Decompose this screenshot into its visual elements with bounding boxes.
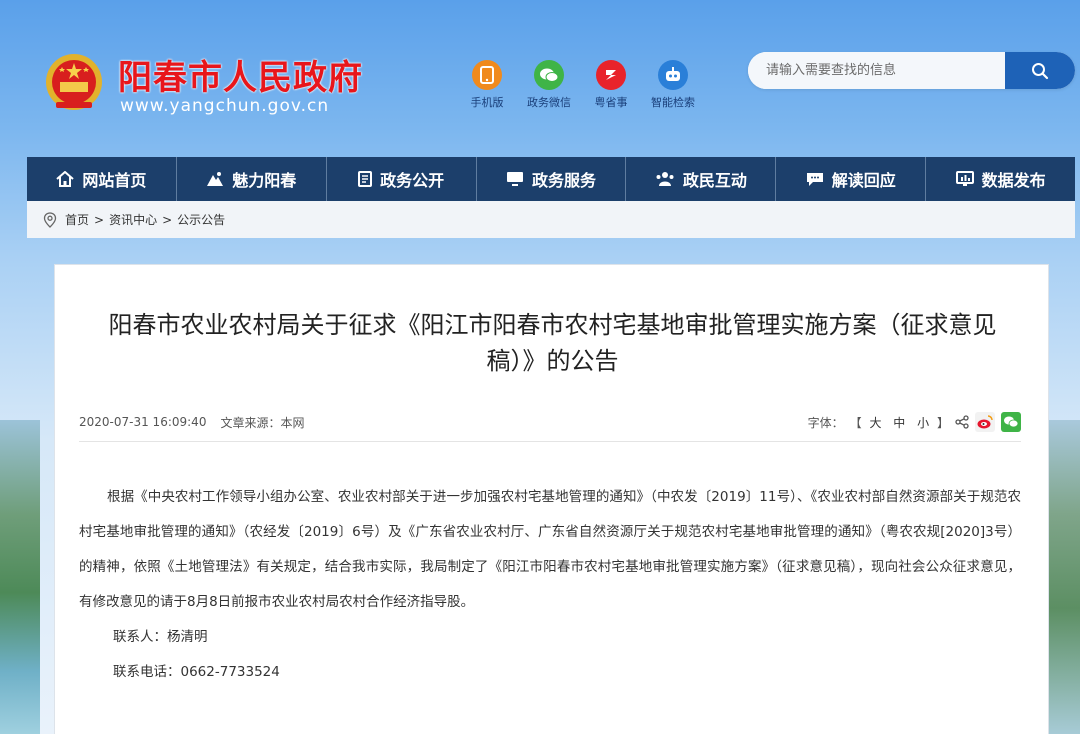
source-value: 本网 [280, 415, 305, 430]
font-size-medium[interactable]: 中 [893, 416, 905, 430]
nav-item-interpretation[interactable]: 解读回应 [776, 157, 927, 201]
meta-divider [79, 441, 1021, 442]
site-url: www.yangchun.gov.cn [120, 96, 330, 116]
chat-icon [806, 173, 823, 186]
search-button[interactable] [1005, 52, 1075, 89]
breadcrumb-announcements[interactable]: 公示公告 [177, 211, 225, 228]
main-nav: 网站首页 魅力阳春 政务公开 政务服务 政民互动 解读回应 数据发布 [27, 157, 1075, 201]
wechat-share-icon[interactable] [1001, 412, 1021, 432]
breadcrumb-separator: > [94, 212, 105, 227]
location-pin-icon [43, 211, 57, 228]
nav-item-label: 解读回应 [831, 171, 896, 190]
quick-link-wechat[interactable]: 政务微信 [522, 60, 576, 110]
font-size-small[interactable]: 小 [917, 416, 929, 430]
nav-item-data[interactable]: 数据发布 [926, 157, 1075, 201]
breadcrumb-separator: > [162, 212, 173, 227]
quick-link-label: 粤省事 [594, 96, 628, 109]
quick-link-label: 手机版 [470, 96, 504, 109]
quick-link-smart-search[interactable]: 智能检索 [646, 60, 700, 110]
search-icon [1032, 62, 1049, 79]
share-icon[interactable] [955, 415, 969, 429]
font-bracket-open: 【 [849, 415, 862, 430]
search-input[interactable] [748, 52, 1005, 89]
article-title: 阳春市农业农村局关于征求《阳江市阳春市农村宅基地审批管理实施方案（征求意见稿）》… [108, 311, 997, 375]
monitor-icon [507, 172, 523, 186]
breadcrumb: 首页 > 资讯中心 > 公示公告 [27, 201, 1075, 238]
nav-item-charm[interactable]: 魅力阳春 [177, 157, 327, 201]
breadcrumb-news-center[interactable]: 资讯中心 [109, 211, 157, 228]
people-icon [656, 172, 674, 186]
site-title[interactable]: 阳春市人民政府 [118, 50, 363, 99]
breadcrumb-home[interactable]: 首页 [65, 211, 89, 228]
nav-item-gov-service[interactable]: 政务服务 [477, 157, 627, 201]
nav-item-label: 政务公开 [380, 171, 445, 190]
search-box [748, 52, 1075, 89]
yueshengshi-icon [596, 60, 626, 90]
source-label: 文章来源： [220, 415, 281, 430]
nav-item-label: 政民互动 [682, 171, 747, 190]
contact-person: 联系人：杨清明 [113, 629, 208, 645]
quick-link-mobile[interactable]: 手机版 [460, 60, 514, 110]
nav-item-label: 政务服务 [532, 171, 597, 190]
font-size-label: 字体： [807, 415, 844, 430]
contact-phone: 联系电话：0662-7733524 [113, 664, 280, 680]
article-tools: 字体： 【 大 中 小 】 [808, 412, 1021, 432]
font-size-large[interactable]: 大 [869, 416, 881, 430]
nav-item-label: 数据发布 [981, 171, 1046, 190]
nav-item-label: 魅力阳春 [232, 171, 297, 190]
nav-item-label: 网站首页 [82, 171, 147, 190]
landscape-icon [207, 172, 224, 186]
article-paragraph: 根据《中央农村工作领导小组办公室、农业农村部关于进一步加强农村宅基地管理的通知》… [79, 489, 1021, 610]
background-scenery-left [0, 420, 40, 734]
robot-icon [658, 60, 688, 90]
home-icon [56, 171, 75, 187]
wechat-icon [534, 60, 564, 90]
article-meta: 2020-07-31 16:09:40 文章来源： 本网 字体： 【 大 中 小… [79, 412, 1021, 432]
background-scenery-right [1046, 420, 1080, 734]
article-body: 根据《中央农村工作领导小组办公室、农业农村部关于进一步加强农村宅基地管理的通知》… [79, 480, 1021, 690]
document-icon [358, 171, 373, 187]
quick-link-label: 政务微信 [527, 96, 571, 109]
weibo-icon[interactable] [975, 412, 995, 432]
font-bracket-close: 】 [936, 415, 949, 430]
site-header: 阳春市人民政府 www.yangchun.gov.cn 手机版 政务微信 粤省事… [0, 0, 1080, 155]
article-card: 阳春市农业农村局关于征求《阳江市阳春市农村宅基地审批管理实施方案（征求意见稿）》… [54, 264, 1049, 734]
publish-date: 2020-07-31 16:09:40 [79, 415, 207, 429]
quick-links: 手机版 政务微信 粤省事 智能检索 [460, 60, 700, 110]
nav-item-gov-affairs[interactable]: 政务公开 [327, 157, 477, 201]
chart-icon [955, 171, 974, 186]
nav-item-home[interactable]: 网站首页 [27, 157, 177, 201]
font-size-options: 【 大 中 小 】 [850, 414, 949, 431]
national-emblem-icon [44, 52, 104, 114]
quick-link-label: 智能检索 [651, 96, 695, 109]
quick-link-yueshengshi[interactable]: 粤省事 [584, 60, 638, 110]
mobile-icon [472, 60, 502, 90]
nav-item-interaction[interactable]: 政民互动 [626, 157, 777, 201]
